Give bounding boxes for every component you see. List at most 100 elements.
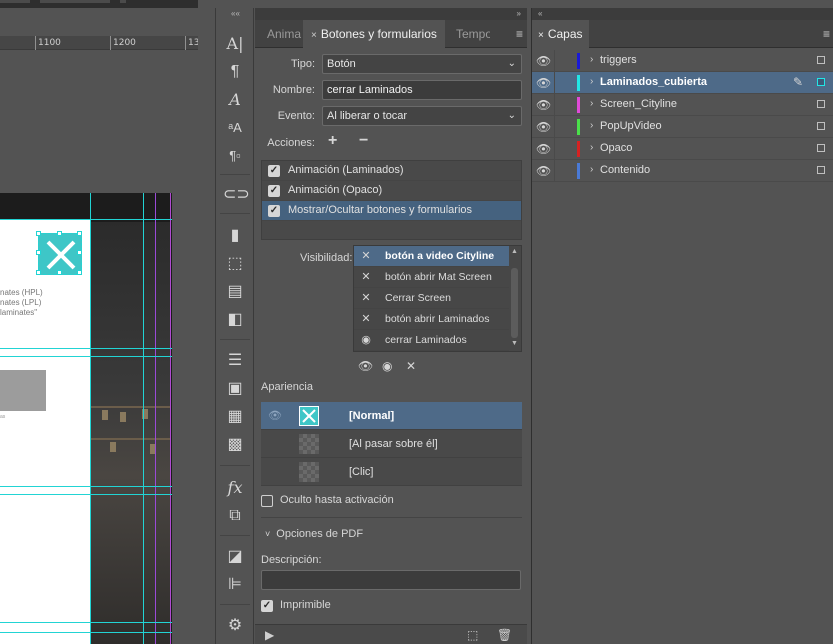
layer-row[interactable]: 👁 › Opaco <box>532 138 833 160</box>
tipo-select[interactable]: Botón ⌄ <box>322 54 522 74</box>
convert-to-object-icon[interactable]: ⬚ <box>467 628 478 642</box>
swatches-icon[interactable]: ▩ <box>223 433 247 457</box>
hide-icon[interactable]: ✕ <box>360 291 372 304</box>
expand-arrow-icon[interactable]: › <box>590 164 593 175</box>
selection-handle[interactable] <box>57 270 62 275</box>
hide-eye-icon[interactable]: ◉ <box>382 359 392 373</box>
scroll-up-icon[interactable]: ▲ <box>509 248 520 255</box>
tab-timing[interactable]: Tempo <box>456 20 490 48</box>
layer-target-square[interactable] <box>817 56 825 64</box>
character-icon[interactable]: A| <box>223 32 247 56</box>
expand-arrow-icon[interactable]: › <box>590 120 593 131</box>
show-icon[interactable]: 👁 <box>358 359 373 373</box>
buttons-forms-icon[interactable]: ◧ <box>223 308 247 332</box>
evento-select[interactable]: Al liberar o tocar ⌄ <box>322 106 522 126</box>
appearance-row[interactable]: 👁 [Normal] <box>261 402 522 430</box>
hide-icon[interactable]: ✕ <box>360 270 372 283</box>
action-row[interactable]: ✓ Animación (Opaco) <box>262 181 521 201</box>
eye-icon[interactable]: 👁 <box>536 120 551 134</box>
hide-icon[interactable]: ✕ <box>360 312 372 325</box>
visibility-row[interactable]: ✕ Cerrar Screen <box>354 288 510 309</box>
eye-icon[interactable]: 👁 <box>536 142 551 156</box>
trash-icon[interactable]: 🗑 <box>497 628 512 642</box>
hide-icon[interactable]: ✕ <box>360 249 372 262</box>
layer-target-square[interactable] <box>817 100 825 108</box>
selection-handle[interactable] <box>77 231 82 236</box>
media-icon[interactable]: ▤ <box>223 280 247 304</box>
effects-icon[interactable]: fx <box>223 476 247 500</box>
tab-buttons-forms[interactable]: × Botones y formularios <box>303 20 445 48</box>
selection-handle[interactable] <box>36 270 41 275</box>
remove-action-icon[interactable]: − <box>359 132 368 150</box>
hyperlinks-icon[interactable]: ⊂⊃ <box>223 183 250 207</box>
expand-arrow-icon[interactable]: › <box>590 76 593 87</box>
layer-row[interactable]: 👁 › PopUpVideo <box>532 116 833 138</box>
layer-target-square[interactable] <box>817 166 825 174</box>
align-icon[interactable]: ⊫ <box>223 573 247 597</box>
object-states-icon[interactable]: ⬚ <box>223 252 247 276</box>
layer-row[interactable]: 👁 › triggers <box>532 50 833 72</box>
lock-column[interactable] <box>554 160 555 182</box>
transform-icon[interactable]: ⧉ <box>223 504 247 528</box>
layer-row-selected[interactable]: 👁 › Laminados_cubierta ✎ <box>532 72 833 94</box>
visibility-row[interactable]: ✕ botón abrir Laminados <box>354 309 510 330</box>
panel-menu-icon[interactable]: ≡ <box>823 27 830 41</box>
action-row[interactable]: ✓ Animación (Laminados) <box>262 161 521 181</box>
panel-collapse-button[interactable]: » <box>517 8 521 20</box>
eye-icon[interactable]: 👁 <box>268 409 282 422</box>
lock-column[interactable] <box>554 116 555 138</box>
selection-handle[interactable] <box>77 250 82 255</box>
horizontal-ruler[interactable]: 1100 1200 13 <box>0 36 198 50</box>
close-button-object[interactable] <box>36 231 82 275</box>
eye-icon[interactable]: 👁 <box>536 98 551 112</box>
expand-arrow-icon[interactable]: › <box>590 98 593 109</box>
visibility-row[interactable]: ◉ cerrar Laminados <box>354 330 510 351</box>
action-checkbox[interactable]: ✓ <box>268 205 280 217</box>
visibility-list[interactable]: ✕ botón a video Cityline ✕ botón abrir M… <box>353 245 522 352</box>
gradient-icon[interactable]: ▣ <box>223 377 247 401</box>
layer-target-square[interactable] <box>817 144 825 152</box>
layer-row[interactable]: 👁 › Screen_Cityline <box>532 94 833 116</box>
appearance-row[interactable]: [Clic] <box>261 458 522 486</box>
glyphs-icon[interactable]: A <box>223 88 247 112</box>
panel-menu-icon[interactable]: ≡ <box>516 27 523 41</box>
layer-target-square[interactable] <box>817 122 825 130</box>
add-action-icon[interactable]: + <box>328 132 337 150</box>
character-styles-icon[interactable]: ᵃA <box>223 116 247 140</box>
visibility-row[interactable]: ✕ botón abrir Mat Screen <box>354 267 510 288</box>
lock-column[interactable] <box>554 72 555 94</box>
paragraph-icon[interactable]: ¶ <box>223 60 247 84</box>
panel-collapse-button[interactable]: « <box>538 8 542 20</box>
appearance-row[interactable]: [Al pasar sobre él] <box>261 430 522 458</box>
selection-handle[interactable] <box>36 250 41 255</box>
properties-icon[interactable]: ⚙ <box>223 614 247 638</box>
lines-icon[interactable]: ☰ <box>223 349 247 373</box>
eye-hidden-icon[interactable]: ◉ <box>360 333 372 346</box>
pdf-options-header[interactable]: ˅ Opciones de PDF <box>265 528 363 540</box>
bookmarks-icon[interactable]: ▮ <box>223 224 247 248</box>
no-change-icon[interactable]: ✕ <box>406 359 416 373</box>
nombre-input[interactable]: cerrar Laminados <box>322 80 522 100</box>
expand-arrow-icon[interactable]: › <box>590 142 593 153</box>
lock-column[interactable] <box>554 94 555 116</box>
scroll-down-icon[interactable]: ▼ <box>509 340 520 347</box>
action-checkbox[interactable]: ✓ <box>268 165 280 177</box>
preview-icon[interactable]: ▶ <box>265 628 274 642</box>
layer-row[interactable]: 👁 › Contenido <box>532 160 833 182</box>
tab-close-icon[interactable]: × <box>311 30 317 41</box>
tab-layers[interactable]: × Capas <box>532 20 589 48</box>
lock-column[interactable] <box>554 138 555 160</box>
pathfinder-icon[interactable]: ◪ <box>223 545 247 569</box>
scroll-thumb[interactable] <box>511 268 518 338</box>
lock-column[interactable] <box>554 50 555 72</box>
action-row-selected[interactable]: ✓ Mostrar/Ocultar botones y formularios <box>262 201 521 221</box>
image-library-icon[interactable]: ▦ <box>223 405 247 429</box>
document-canvas[interactable]: 1100 1200 13 nates (HPL) nates (LPL) lam… <box>0 0 198 644</box>
selection-handle[interactable] <box>36 231 41 236</box>
strip-collapse-button[interactable]: «« <box>216 8 255 20</box>
expand-arrow-icon[interactable]: › <box>590 54 593 65</box>
paragraph-styles-icon[interactable]: ¶▫ <box>223 144 247 168</box>
tab-animation[interactable]: Anima <box>267 20 303 48</box>
eye-icon[interactable]: 👁 <box>536 76 551 90</box>
eye-icon[interactable]: 👁 <box>536 54 551 68</box>
